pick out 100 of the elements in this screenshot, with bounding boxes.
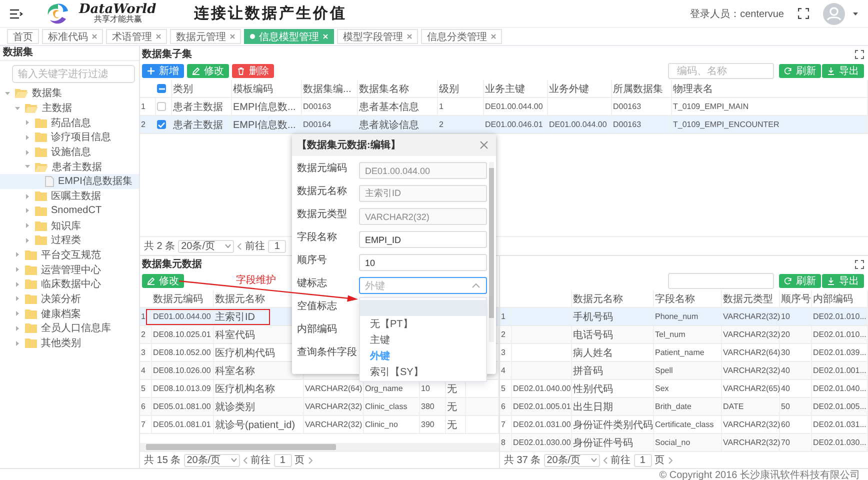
page-size-select[interactable]: 20条/页 [184, 454, 240, 466]
tree-item[interactable]: 药品信息 [0, 115, 139, 130]
checkbox[interactable] [157, 102, 166, 111]
tree-item[interactable]: 诊疗项目信息 [0, 130, 139, 145]
page-size-select[interactable]: 20条/页 [544, 454, 600, 466]
table-cell: 手机号码 [572, 308, 654, 325]
close-icon[interactable] [156, 34, 161, 39]
checkbox[interactable] [157, 84, 166, 93]
table-cell: VARCHAR2(32) [722, 434, 780, 451]
row-number: 6 [500, 398, 512, 415]
table-row[interactable]: 2 电话号码 Tel_num VARCHAR2(32)20 DE02.01.010... [500, 326, 868, 344]
tree-item[interactable]: 医嘱主数据 [0, 188, 139, 204]
table-cell: DE05.01.081.01 [152, 416, 214, 433]
column-header: 所属数据集 [612, 80, 672, 97]
download-icon [827, 67, 835, 75]
fullscreen-icon[interactable] [798, 8, 809, 19]
folder-icon [25, 308, 37, 319]
table-row[interactable]: 2 患者主数据 EMPI信息数... D00164 患者就诊信息 2 DE01.00.046.01 DE01.00.044.00 D00163 T_0109_EMPI_ENCOUNTER [140, 116, 868, 134]
page-input[interactable]: 1 [274, 454, 292, 466]
vertical-scrollbar[interactable] [489, 162, 494, 342]
tree-item[interactable]: 知识库 [0, 218, 139, 233]
table-cell: 患者主数据 [172, 98, 232, 115]
close-icon[interactable] [491, 34, 496, 39]
tree-item[interactable]: 其他类别 [0, 336, 139, 350]
dropdown-option[interactable]: 无【PT】 [360, 316, 486, 332]
dropdown-option[interactable]: 主键 [360, 332, 486, 348]
close-icon[interactable] [230, 34, 235, 39]
previous-icon[interactable] [237, 242, 242, 250]
tree-item[interactable]: 主数据 [0, 100, 139, 116]
table-cell: VARCHAR2(65) [722, 380, 780, 397]
tab[interactable]: 首页 [7, 29, 39, 44]
tree-item[interactable]: 设施信息 [0, 144, 139, 160]
table-cell: Spell [654, 362, 722, 379]
folder-icon [25, 250, 37, 260]
caret-icon[interactable] [853, 12, 858, 16]
next-icon[interactable] [308, 456, 313, 464]
table-cell: DE08.10.052.00 [152, 344, 214, 361]
table-cell: DE02.01.040... [812, 380, 868, 397]
tree-item[interactable]: 运营管理中心 [0, 262, 139, 277]
table-cell: D00163 [612, 98, 672, 115]
page-size-select[interactable]: 20条/页 [178, 240, 234, 252]
input-field[interactable]: EMPI_ID [359, 231, 487, 248]
tree-item[interactable]: 数据集 [0, 86, 139, 101]
dropdown-option[interactable]: 索引【SY】 [360, 364, 486, 380]
table-row[interactable]: 1 手机号码 Phone_num VARCHAR2(32)10 DE02.01.010... [500, 308, 868, 326]
tab[interactable]: 标准代码 [42, 29, 103, 44]
table-cell: DE02.01.031.00 [512, 416, 572, 433]
previous-icon[interactable] [242, 456, 248, 464]
table-cell: DE02.01.030... [812, 434, 868, 451]
fullscreen-icon[interactable] [855, 50, 864, 58]
tree-item[interactable]: 决策分析 [0, 292, 139, 306]
check-icon [158, 122, 165, 128]
horizontal-scrollbar[interactable] [140, 443, 499, 451]
caret-icon [230, 458, 237, 462]
tab[interactable]: 信息分类管理 [421, 29, 502, 44]
download-icon [827, 277, 835, 285]
tree-item[interactable]: 过程类 [0, 232, 139, 248]
tree-item[interactable]: 全员人口信息库 [0, 321, 139, 336]
table-row[interactable]: 6 DE05.01.081.00 就诊类别 VARCHAR2(32) Clinic_class 380 无 [140, 398, 499, 416]
page-input[interactable]: 1 [634, 454, 652, 466]
tree-item[interactable]: EMPI信息数据集 [0, 174, 139, 189]
input-field[interactable]: 10 [359, 254, 487, 271]
avatar-icon[interactable] [823, 2, 845, 24]
page-input[interactable]: 1 [268, 240, 286, 252]
tree-item[interactable]: 患者主数据 [0, 159, 139, 174]
tree-item[interactable]: 健康档案 [0, 306, 139, 321]
close-icon[interactable] [480, 141, 488, 149]
close-icon[interactable] [92, 34, 97, 39]
table-cell: 电话号码 [572, 326, 654, 343]
table-row[interactable]: 6 DE02.01.005.01 出生日期 Brith_date DATE 50 DE02.01.005... [500, 398, 868, 416]
table-row[interactable]: 8 DE02.01.030.00 身份证件号码 Social_no VARCHAR2(32)70 DE02.01.030... [500, 434, 868, 451]
file-icon [45, 176, 54, 187]
search-field[interactable] [668, 273, 774, 289]
column-header: 物理表名 [672, 80, 868, 97]
menu-icon[interactable] [10, 8, 23, 18]
checkbox[interactable] [157, 120, 166, 129]
close-icon[interactable] [407, 34, 412, 39]
tree-item[interactable]: 平台交互规范 [0, 248, 139, 262]
table-cell: DE01.00.044.00 [548, 116, 612, 133]
previous-icon[interactable] [602, 456, 608, 464]
table-cell: 出生日期 [572, 398, 654, 415]
caret-icon [472, 283, 480, 288]
column-header: 数据元编码 [152, 290, 214, 307]
tree-item[interactable]: SnomedCT [0, 204, 139, 218]
table-cell: Tel_num [654, 326, 722, 343]
next-icon[interactable] [668, 456, 673, 464]
table-cell: 性别代码 [572, 380, 654, 397]
table-cell: Clinic_no [364, 416, 420, 433]
tab[interactable]: 数据元管理 [170, 29, 241, 44]
table-row[interactable]: 7 DE05.01.081.01 就诊号(patient_id) VARCHAR2(32) Clinic_no 390 无 [140, 416, 499, 434]
tab[interactable]: 术语管理 [106, 29, 167, 44]
table-row[interactable]: 4 拼音码 Spell VARCHAR2(32)40 DE02.01.001... [500, 362, 868, 380]
tree-item[interactable]: 临床数据中心 [0, 276, 139, 292]
delete-button[interactable]: 删除 [232, 64, 274, 78]
pencil-icon [192, 67, 200, 75]
folder-icon [25, 323, 37, 334]
table-cell: Social_no [654, 434, 722, 451]
tab[interactable]: 模型字段管理 [337, 29, 418, 44]
table-cell: 无 [446, 398, 466, 415]
fullscreen-icon[interactable] [855, 260, 864, 268]
